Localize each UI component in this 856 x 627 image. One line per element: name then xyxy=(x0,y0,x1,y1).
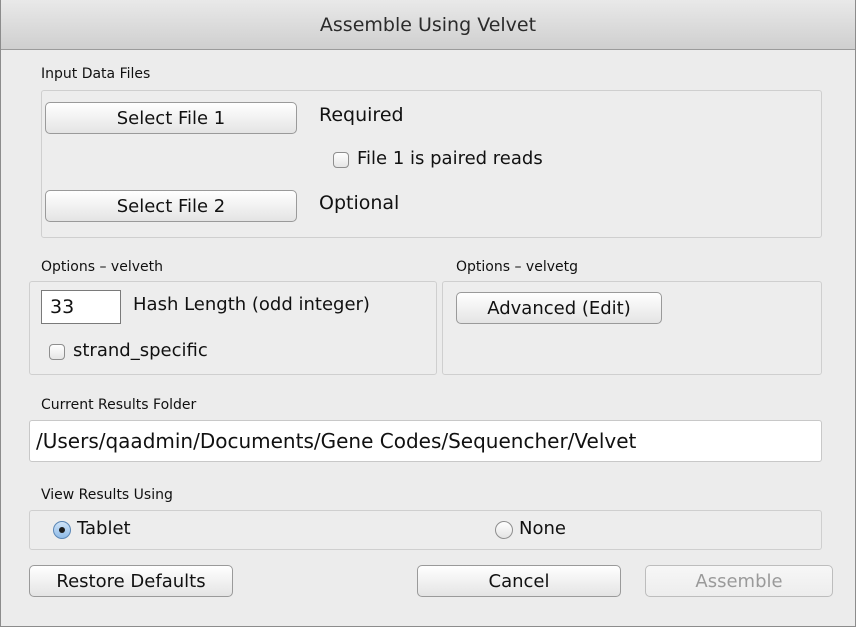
tablet-radio[interactable] xyxy=(53,521,71,539)
results-folder-path[interactable]: /Users/qaadmin/Documents/Gene Codes/Sequ… xyxy=(29,420,822,462)
view-results-group xyxy=(29,510,822,550)
strand-specific-label: strand_specific xyxy=(73,340,208,361)
advanced-edit-button[interactable]: Advanced (Edit) xyxy=(456,292,662,324)
title-bar[interactable]: Assemble Using Velvet xyxy=(1,0,855,50)
select-file-2-button[interactable]: Select File 2 xyxy=(45,190,297,222)
file1-status: Required xyxy=(319,104,404,126)
strand-specific-checkbox[interactable] xyxy=(49,344,65,360)
file2-status: Optional xyxy=(319,192,400,214)
paired-reads-checkbox[interactable] xyxy=(333,152,349,168)
view-results-label: View Results Using xyxy=(41,487,173,503)
window-title: Assemble Using Velvet xyxy=(319,13,537,36)
velveth-label: Options – velveth xyxy=(41,259,163,275)
select-file-1-button[interactable]: Select File 1 xyxy=(45,102,297,134)
assemble-button[interactable]: Assemble xyxy=(645,565,833,597)
results-folder-label: Current Results Folder xyxy=(41,397,197,413)
hash-length-label: Hash Length (odd integer) xyxy=(133,294,370,315)
tablet-radio-label: Tablet xyxy=(77,518,131,539)
hash-length-input[interactable] xyxy=(41,290,121,324)
none-radio[interactable] xyxy=(495,521,513,539)
assemble-dialog: Assemble Using Velvet Input Data Files S… xyxy=(0,0,856,627)
cancel-button[interactable]: Cancel xyxy=(417,565,621,597)
restore-defaults-button[interactable]: Restore Defaults xyxy=(29,565,233,597)
velvetg-label: Options – velvetg xyxy=(456,259,578,275)
input-files-label: Input Data Files xyxy=(41,66,151,82)
paired-reads-label: File 1 is paired reads xyxy=(357,148,543,169)
none-radio-label: None xyxy=(519,518,566,539)
